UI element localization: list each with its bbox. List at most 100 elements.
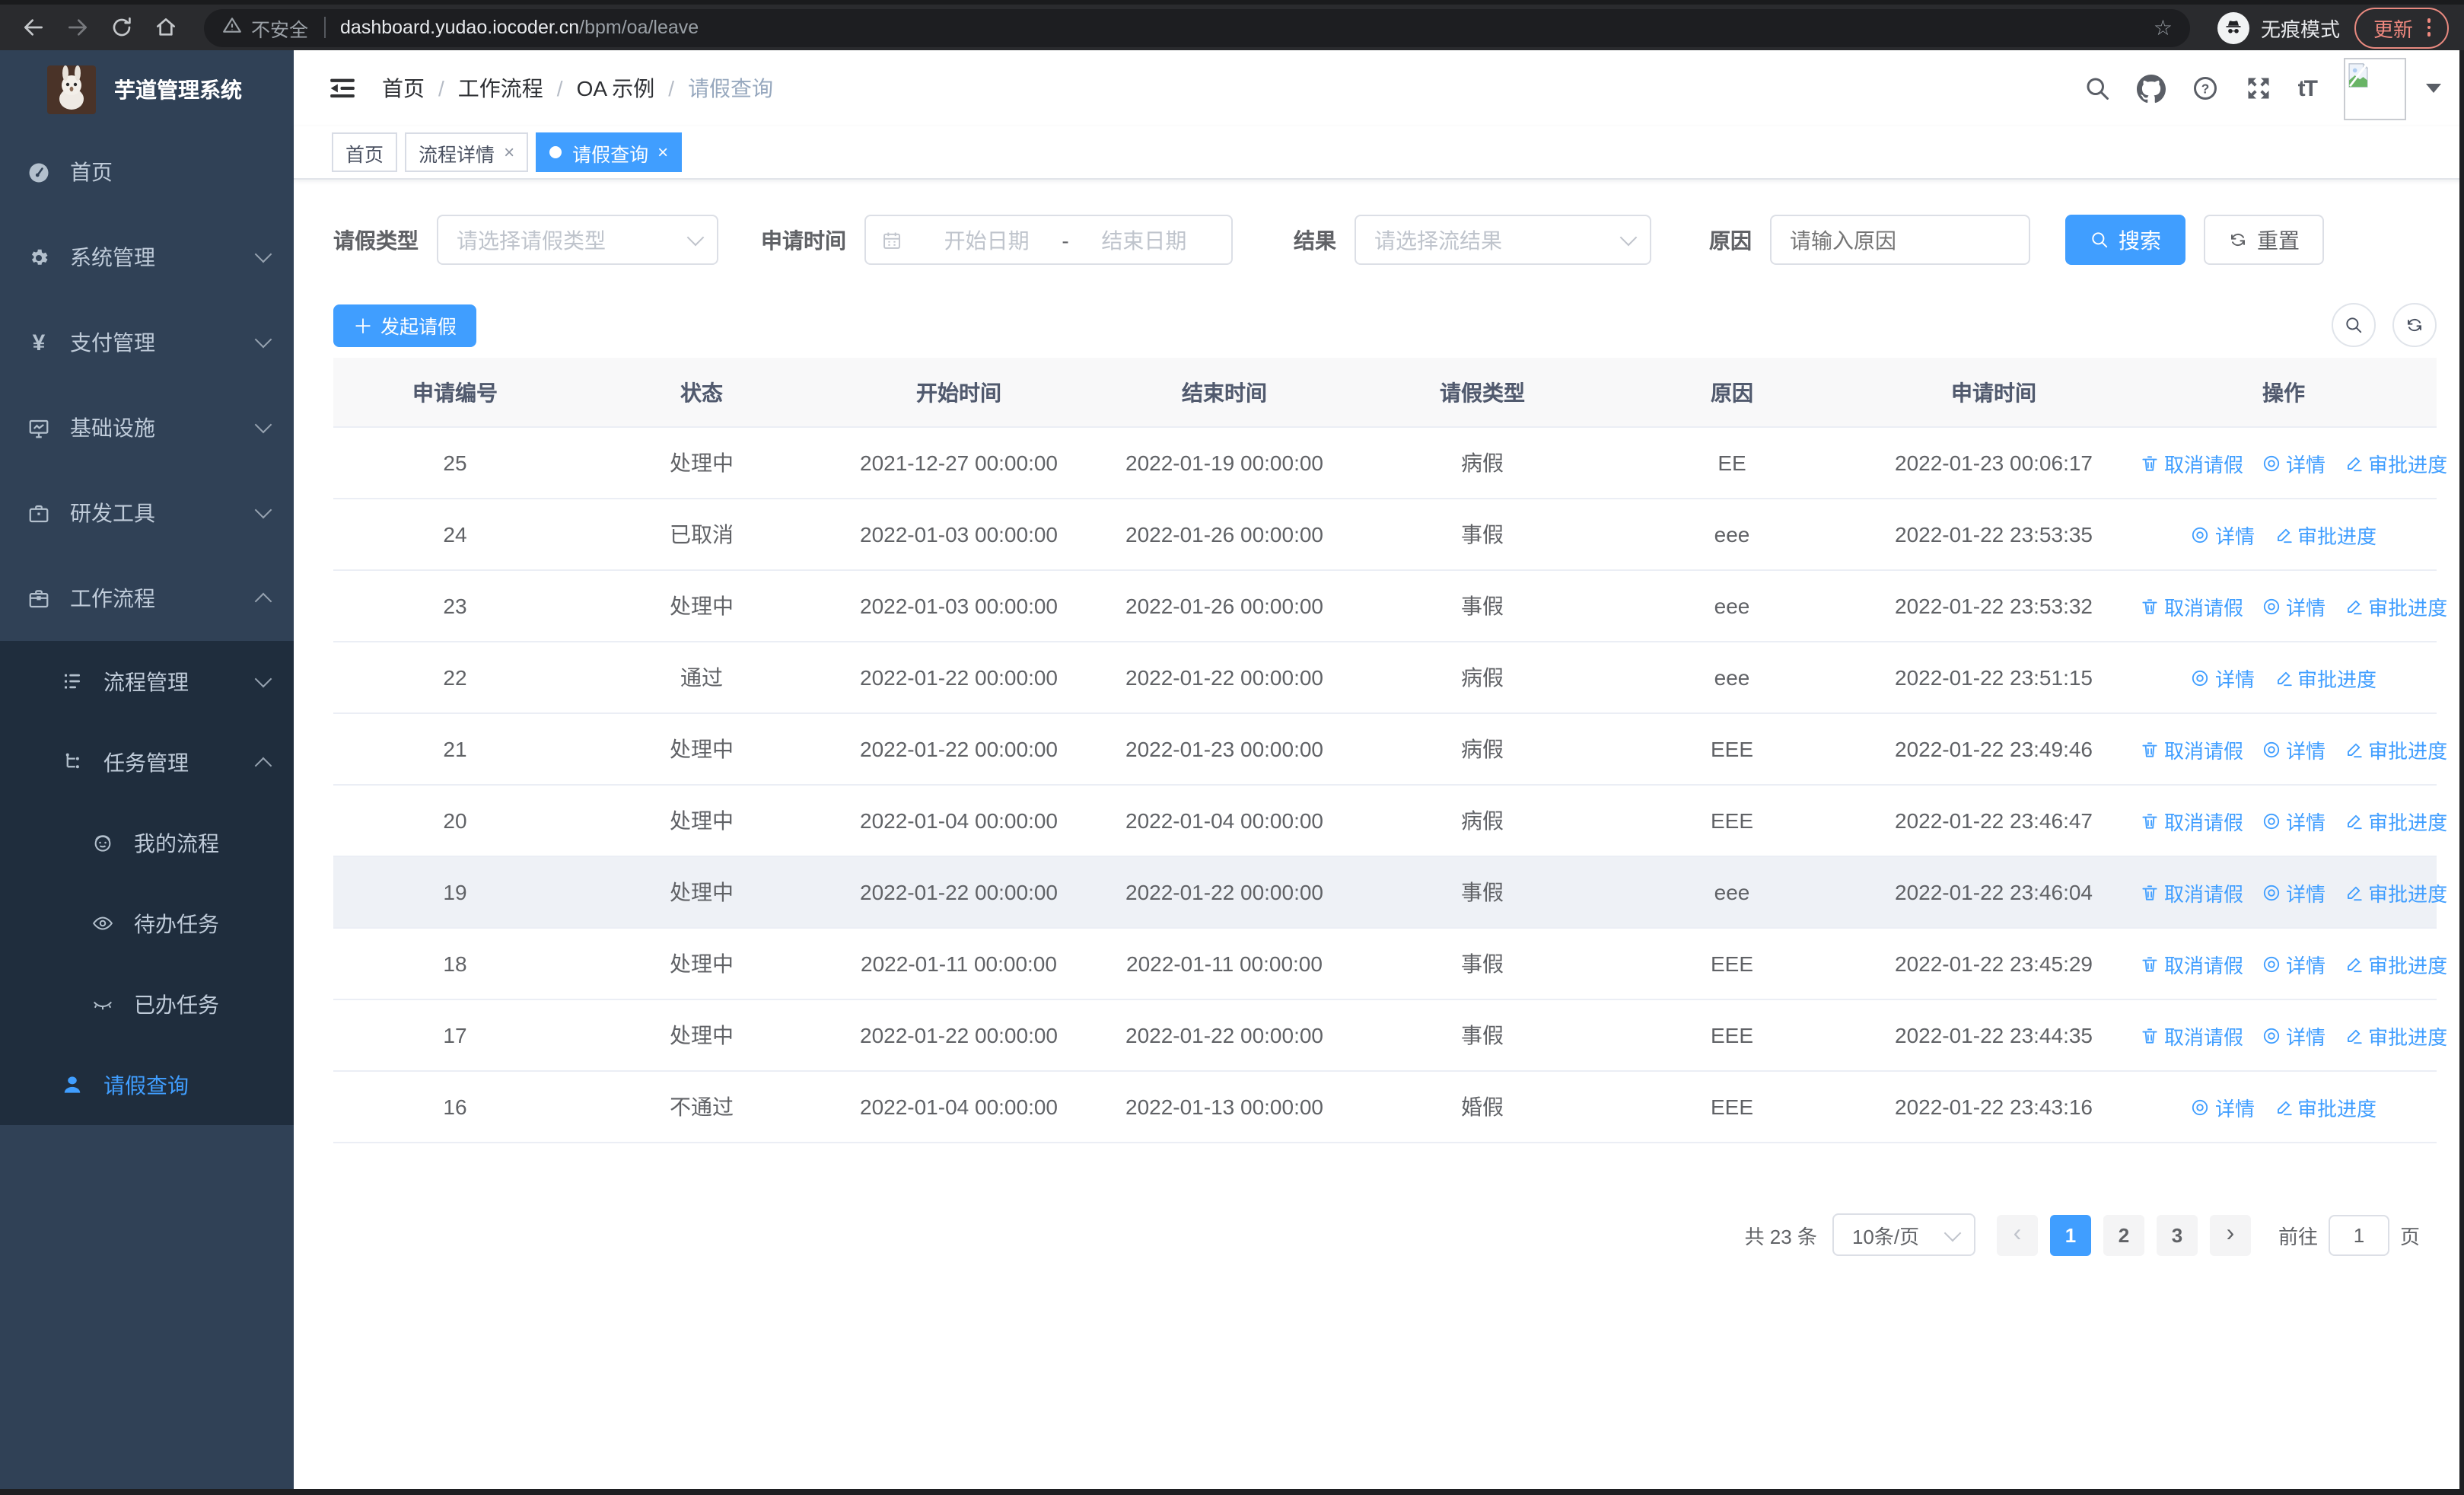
apply-time-range-picker[interactable]: 开始日期 - 结束日期 [864,215,1233,265]
detail-link[interactable]: 详情 [2262,448,2326,477]
reset-button[interactable]: 重置 [2204,215,2324,265]
cancel-leave-link[interactable]: 取消请假 [2140,735,2243,763]
breadcrumb-current: 请假查询 [688,76,774,100]
back-icon[interactable] [15,9,52,46]
detail-link[interactable]: 详情 [2262,1021,2326,1050]
progress-link[interactable]: 审批进度 [2344,591,2447,620]
progress-link[interactable]: 审批进度 [2273,663,2376,692]
sidebar-item-payment[interactable]: ¥ 支付管理 [0,300,294,385]
cancel-leave-link-label: 取消请假 [2164,954,2244,977]
sidebar-item-system[interactable]: 系统管理 [0,215,294,300]
sidebar-item-label: 首页 [70,160,113,184]
user-menu-caret-icon[interactable] [2426,84,2441,93]
search-button[interactable]: 搜索 [2065,215,2185,265]
detail-link[interactable]: 详情 [2191,663,2255,692]
table-row: 17 处理中 2022-01-22 00:00:00 2022-01-22 00:00… [333,999,2447,1072]
prev-icon: ‹ [2013,1221,2022,1247]
cancel-leave-link[interactable]: 取消请假 [2140,878,2243,907]
detail-link[interactable]: 详情 [2191,1092,2255,1121]
detail-link[interactable]: 详情 [2262,735,2326,763]
security-label[interactable]: 不安全 [251,13,308,42]
create-leave-button[interactable]: ＋ 发起请假 [333,304,477,346]
page-button-3[interactable]: 3 [2156,1214,2198,1255]
next-page-button[interactable]: › [2209,1214,2251,1255]
sidebar-collapse-icon[interactable] [327,73,358,104]
tab-home[interactable]: 首页 [332,132,398,172]
browser-menu-icon[interactable] [2427,18,2431,37]
detail-link[interactable]: 详情 [2191,520,2255,549]
prev-page-button[interactable]: ‹ [1996,1214,2038,1255]
sidebar-item-process-mgmt[interactable]: 流程管理 [0,641,294,722]
result-label: 结果 [1294,228,1336,252]
progress-link[interactable]: 审批进度 [2344,735,2447,763]
progress-link[interactable]: 审批进度 [2273,520,2376,549]
tab-leave-query[interactable]: 请假查询 × [536,132,683,172]
page-button-2[interactable]: 2 [2103,1214,2144,1255]
progress-link[interactable]: 审批进度 [2344,878,2447,907]
cancel-leave-link[interactable]: 取消请假 [2140,448,2243,477]
cancel-leave-link[interactable]: 取消请假 [2140,806,2243,835]
app-logo[interactable]: 芋道管理系统 [0,50,294,129]
sidebar-item-label: 支付管理 [70,330,155,355]
cell-reason: EEE [1607,1071,1857,1143]
sidebar-item-task-mgmt[interactable]: 任务管理 [0,722,294,802]
sidebar-item-infra[interactable]: 基础设施 [0,385,294,470]
sidebar-item-devtools[interactable]: 研发工具 [0,470,294,556]
fullscreen-icon[interactable] [2245,75,2272,102]
breadcrumb-workflow[interactable]: 工作流程 [458,73,543,104]
sidebar-item-label: 请假查询 [103,1073,189,1097]
table-search-button[interactable] [2332,303,2376,347]
result-select[interactable]: 请选择流结果 [1355,215,1651,265]
forward-icon[interactable] [59,9,96,46]
table-refresh-button[interactable] [2392,303,2437,347]
sidebar-item-leave-query[interactable]: 请假查询 [0,1044,294,1125]
help-icon[interactable]: ? [2192,75,2219,102]
detail-link[interactable]: 详情 [2262,949,2326,978]
address-divider [323,17,326,38]
progress-link[interactable]: 审批进度 [2344,949,2447,978]
total-count-label: 共 23 条 [1744,1225,1817,1248]
breadcrumb-oa-example[interactable]: OA 示例 [577,73,655,104]
cancel-leave-link[interactable]: 取消请假 [2140,591,2243,620]
leave-type-select[interactable]: 请选择请假类型 [437,215,718,265]
breadcrumb-home[interactable]: 首页 [382,73,425,104]
detail-link[interactable]: 详情 [2262,591,2326,620]
progress-link[interactable]: 审批进度 [2344,806,2447,835]
cancel-leave-link[interactable]: 取消请假 [2140,949,2243,978]
reload-icon[interactable] [103,9,140,46]
avatar[interactable] [2344,57,2406,120]
view-icon [2263,955,2280,972]
sidebar-item-home[interactable]: 首页 [0,129,294,215]
goto-page-input[interactable] [2328,1214,2389,1255]
sidebar-item-done-tasks[interactable]: 已办任务 [0,964,294,1044]
sidebar-item-workflow[interactable]: 工作流程 [0,556,294,641]
github-icon[interactable] [2136,74,2166,103]
sidebar-item-my-process[interactable]: 我的流程 [0,802,294,883]
tab-process-detail[interactable]: 流程详情 × [405,132,529,172]
progress-link[interactable]: 审批进度 [2344,1021,2447,1050]
close-icon[interactable]: × [504,143,514,161]
progress-link[interactable]: 审批进度 [2344,448,2447,477]
cancel-leave-link[interactable]: 取消请假 [2140,1021,2243,1050]
browser-update-button[interactable]: 更新 [2354,7,2449,48]
page-size-select[interactable]: 10条/页 [1832,1213,1975,1256]
progress-link[interactable]: 审批进度 [2273,1092,2376,1121]
bookmark-star-icon[interactable]: ☆ [2154,14,2173,40]
progress-link-label: 审批进度 [2297,668,2377,690]
sidebar-item-todo-tasks[interactable]: 待办任务 [0,883,294,964]
cell-id: 20 [333,785,577,857]
update-label[interactable]: 更新 [2373,13,2413,42]
reason-input[interactable] [1770,215,2030,265]
font-size-icon[interactable]: tT [2298,75,2318,101]
logo-image [47,65,96,114]
cell-id: 23 [333,570,577,642]
address-bar[interactable]: 不安全 dashboard.yudao.iocoder.cn/bpm/oa/le… [204,8,2191,46]
home-icon[interactable] [148,9,184,46]
close-icon[interactable]: × [657,143,668,161]
detail-link[interactable]: 详情 [2262,878,2326,907]
sidebar: 芋道管理系统 首页 系统管理 ¥ 支付管理 基础设施 研发工具 工作流程 流程管… [0,50,294,1495]
cell-id: 22 [333,642,577,714]
search-icon[interactable] [2084,75,2111,102]
detail-link[interactable]: 详情 [2262,806,2326,835]
page-button-1[interactable]: 1 [2049,1214,2091,1255]
